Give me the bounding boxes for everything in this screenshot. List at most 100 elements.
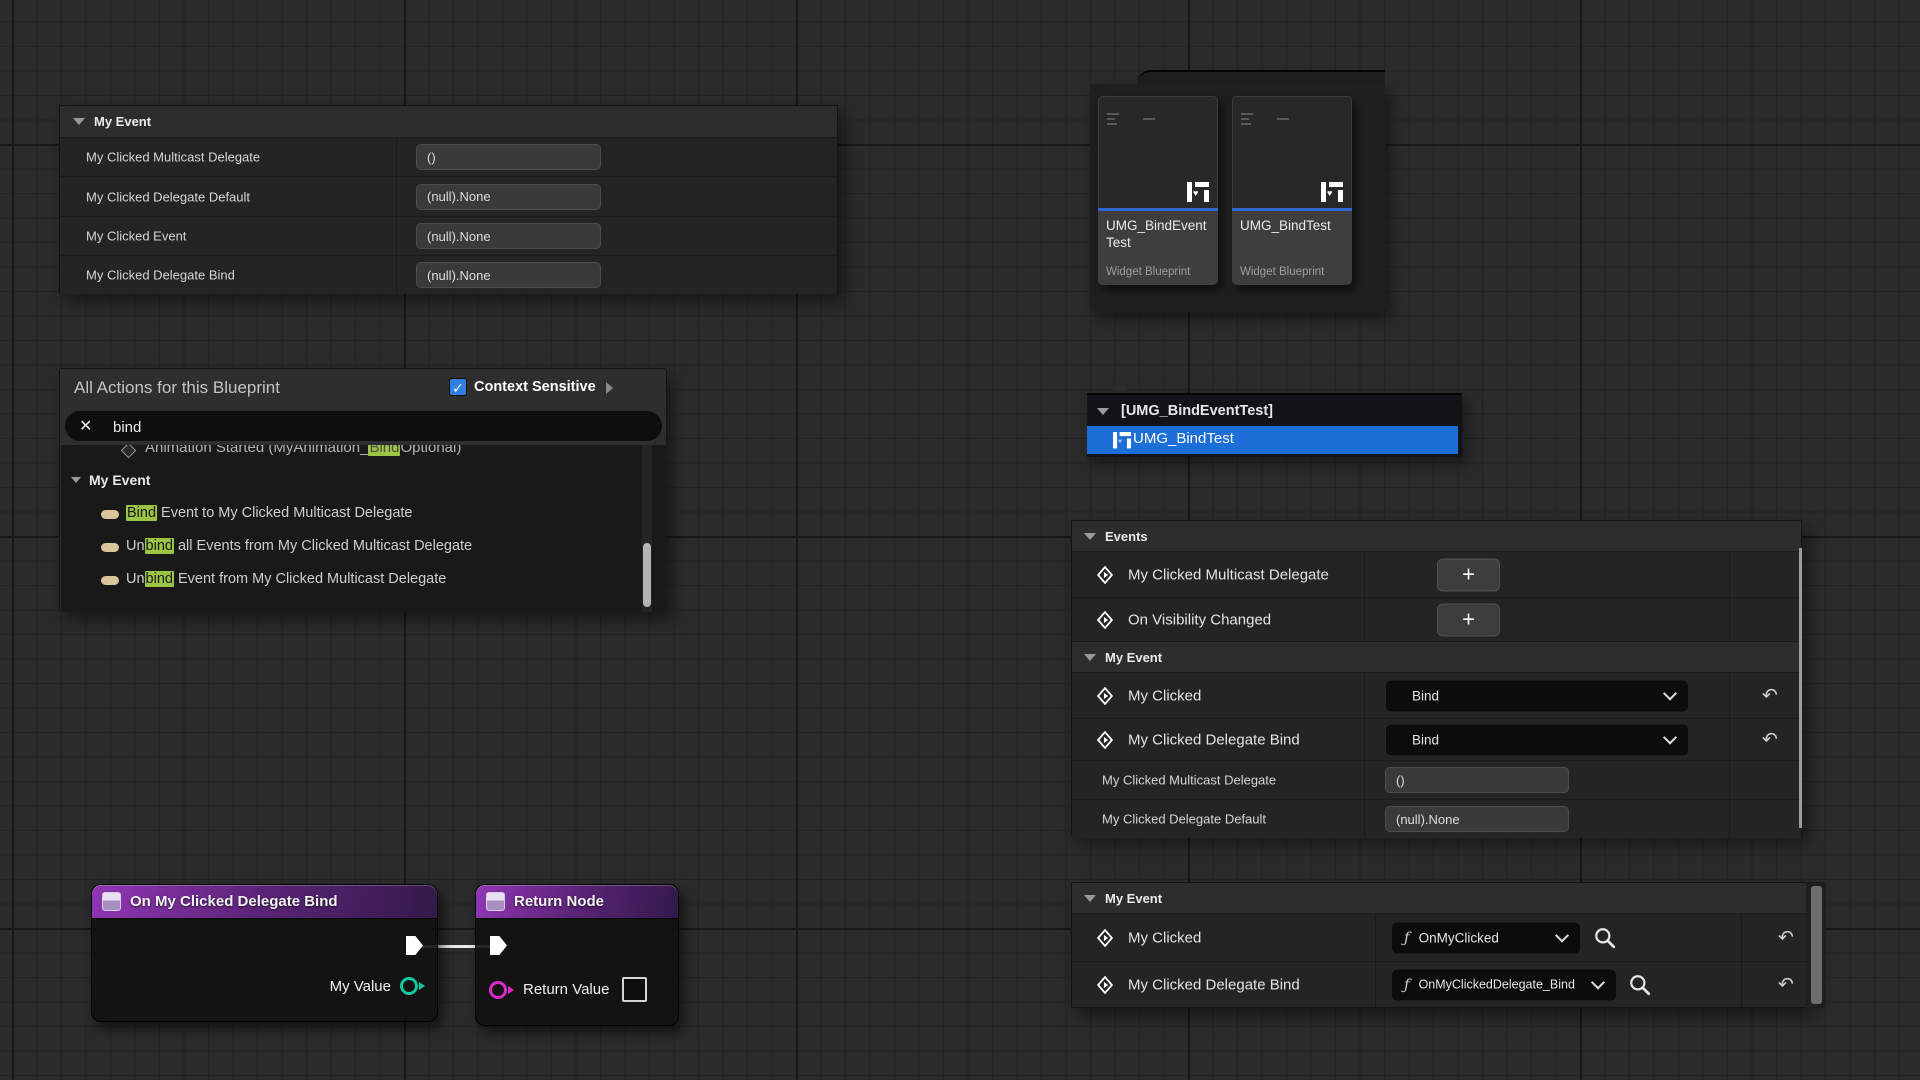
details-category-header[interactable]: My Event bbox=[60, 106, 837, 137]
event-label: On Visibility Changed bbox=[1128, 611, 1271, 628]
asset-tile-umg-bindeventtest[interactable]: ♥ UMG_BindEventTest Widget Blueprint bbox=[1098, 96, 1218, 285]
bindings-scrollbar-thumb[interactable] bbox=[1811, 886, 1822, 1004]
property-label: My Clicked Multicast Delegate bbox=[86, 150, 260, 165]
action-item[interactable]: Unbind all Events from My Clicked Multic… bbox=[61, 532, 667, 565]
function-dropdown[interactable]: ƒ OnMyClicked bbox=[1391, 921, 1581, 954]
property-value-field[interactable]: (null).None bbox=[416, 262, 601, 288]
event-delegate-icon bbox=[1096, 976, 1114, 994]
multicast-delegate-icon bbox=[1096, 611, 1114, 629]
exec-output-pin[interactable] bbox=[406, 936, 423, 955]
reset-to-default-icon[interactable]: ↶ bbox=[1778, 975, 1794, 994]
property-value-field[interactable]: (null).None bbox=[416, 184, 601, 210]
add-event-button[interactable]: + bbox=[1437, 603, 1500, 636]
asset-info: UMG_BindEventTest Widget Blueprint bbox=[1098, 211, 1218, 285]
return-node-icon bbox=[486, 892, 505, 911]
collapse-arrow-icon[interactable] bbox=[1097, 408, 1109, 415]
reset-to-default-icon[interactable]: ↶ bbox=[1778, 928, 1794, 947]
asset-tile-umg-bindtest[interactable]: ♥ UMG_BindTest Widget Blueprint bbox=[1232, 96, 1352, 285]
property-row: My Clicked Delegate Default (null).None bbox=[60, 176, 837, 216]
event-node-on-my-clicked-delegate-bind[interactable]: On My Clicked Delegate Bind My Value bbox=[91, 884, 438, 1022]
action-item-text: Unbind all Events from My Clicked Multic… bbox=[126, 538, 472, 554]
collapse-arrow-icon[interactable] bbox=[71, 477, 81, 483]
actions-context-menu: All Actions for this Blueprint ✓ Context… bbox=[59, 368, 667, 612]
chevron-down-icon bbox=[1663, 686, 1677, 700]
property-value-field[interactable]: (null).None bbox=[1385, 806, 1569, 832]
function-binding-row: My Clicked Delegate Bind ƒ OnMyClickedDe… bbox=[1072, 961, 1808, 1007]
search-input[interactable] bbox=[111, 411, 635, 443]
delegate-bind-row: My Clicked Bind ↶ bbox=[1072, 672, 1801, 718]
delegate-pill-icon bbox=[101, 510, 119, 519]
delegate-pill-icon bbox=[101, 576, 119, 585]
collapse-arrow-icon[interactable] bbox=[1084, 654, 1096, 661]
delegate-label: My Clicked Delegate Bind bbox=[1128, 731, 1300, 748]
my-event-section-header[interactable]: My Event bbox=[1072, 883, 1808, 913]
reset-to-default-icon[interactable]: ↶ bbox=[1762, 686, 1778, 705]
collapse-arrow-icon[interactable] bbox=[1084, 895, 1096, 902]
add-event-button[interactable]: + bbox=[1437, 558, 1500, 591]
property-value: (null).None bbox=[427, 189, 491, 204]
column-divider bbox=[396, 217, 397, 255]
property-value-field[interactable]: (null).None bbox=[416, 223, 601, 249]
bindings-details-panel: My Event My Clicked ƒ OnMyClicked ↶ My C… bbox=[1071, 882, 1809, 1008]
action-item-text: Unbind Event from My Clicked Multicast D… bbox=[126, 571, 446, 587]
plus-icon: + bbox=[1462, 562, 1475, 588]
exec-input-pin[interactable] bbox=[490, 936, 507, 955]
function-dropdown[interactable]: ƒ OnMyClickedDelegate_Bind bbox=[1391, 968, 1617, 1001]
property-label: My Clicked Delegate Default bbox=[1102, 812, 1266, 827]
my-event-section-title: My Event bbox=[1105, 650, 1162, 665]
column-divider bbox=[396, 177, 397, 216]
bind-dropdown[interactable]: Bind bbox=[1385, 679, 1689, 712]
function-binding-row: My Clicked ƒ OnMyClicked ↶ bbox=[1072, 913, 1808, 961]
actions-menu-title: All Actions for this Blueprint bbox=[74, 378, 280, 398]
widget-blueprint-icon: ♥ bbox=[1187, 182, 1209, 202]
property-value: () bbox=[427, 150, 436, 165]
actions-scrollbar-thumb[interactable] bbox=[643, 543, 651, 607]
property-row: My Clicked Event (null).None bbox=[60, 216, 837, 255]
property-row: My Clicked Delegate Bind (null).None bbox=[60, 255, 837, 294]
asset-type: Widget Blueprint bbox=[1240, 266, 1324, 278]
context-sensitive-label: Context Sensitive bbox=[474, 379, 596, 395]
node-header[interactable]: Return Node bbox=[476, 885, 678, 919]
event-delegate-icon bbox=[1096, 687, 1114, 705]
property-value-field[interactable]: () bbox=[416, 144, 601, 170]
asset-thumbnail: ♥ bbox=[1098, 96, 1218, 208]
context-sensitive-checkbox[interactable]: ✓ bbox=[449, 378, 467, 396]
action-item[interactable]: Unbind Event from My Clicked Multicast D… bbox=[61, 565, 667, 598]
property-row: My Clicked Delegate Default (null).None bbox=[1072, 799, 1801, 838]
delegate-pill-icon bbox=[101, 543, 119, 552]
property-value-field[interactable]: () bbox=[1385, 767, 1569, 793]
asset-type: Widget Blueprint bbox=[1106, 266, 1190, 278]
actions-category-row[interactable]: My Event bbox=[61, 469, 667, 495]
my-value-output-pin[interactable] bbox=[400, 977, 418, 995]
delegate-bind-row: My Clicked Delegate Bind Bind ↶ bbox=[1072, 718, 1801, 760]
reset-to-default-icon[interactable]: ↶ bbox=[1762, 730, 1778, 749]
asset-name: UMG_BindTest bbox=[1240, 217, 1344, 234]
return-value-checkbox[interactable] bbox=[622, 977, 647, 1002]
expand-arrow-icon[interactable] bbox=[606, 382, 613, 394]
search-match: bind bbox=[145, 571, 174, 587]
bind-dropdown-value: Bind bbox=[1412, 732, 1439, 747]
check-icon: ✓ bbox=[452, 380, 464, 396]
collapse-arrow-icon[interactable] bbox=[73, 118, 85, 125]
return-value-input-pin[interactable] bbox=[489, 981, 507, 999]
events-section-header[interactable]: Events bbox=[1072, 521, 1801, 551]
bind-dropdown[interactable]: Bind bbox=[1385, 723, 1689, 756]
my-event-section-header[interactable]: My Event bbox=[1072, 641, 1801, 672]
browse-to-function-icon[interactable] bbox=[1628, 973, 1652, 997]
event-delegate-icon bbox=[1096, 929, 1114, 947]
events-panel-scrollbar[interactable] bbox=[1799, 548, 1802, 828]
pin-label: My Value bbox=[330, 978, 391, 995]
browse-to-function-icon[interactable] bbox=[1593, 926, 1617, 950]
blueprint-editor-stage: My Event My Clicked Multicast Delegate (… bbox=[0, 0, 1920, 1080]
hierarchy-selected-row[interactable]: ♥ UMG_BindTest bbox=[1087, 426, 1458, 454]
action-item-scrolled[interactable]: Animation Started (MyAnimation_BindOptio… bbox=[61, 445, 667, 463]
actions-search-bar[interactable]: ✕ bbox=[65, 411, 662, 441]
return-node[interactable]: Return Node Return Value bbox=[475, 884, 679, 1026]
clear-search-icon[interactable]: ✕ bbox=[79, 416, 92, 436]
action-item[interactable]: Bind Event to My Clicked Multicast Deleg… bbox=[61, 499, 667, 532]
delegate-label: My Clicked bbox=[1128, 687, 1201, 704]
collapse-arrow-icon[interactable] bbox=[1084, 533, 1096, 540]
property-value: (null).None bbox=[427, 229, 491, 244]
node-header[interactable]: On My Clicked Delegate Bind bbox=[92, 885, 437, 919]
hierarchy-root-row[interactable]: [UMG_BindEventTest] bbox=[1087, 399, 1462, 427]
